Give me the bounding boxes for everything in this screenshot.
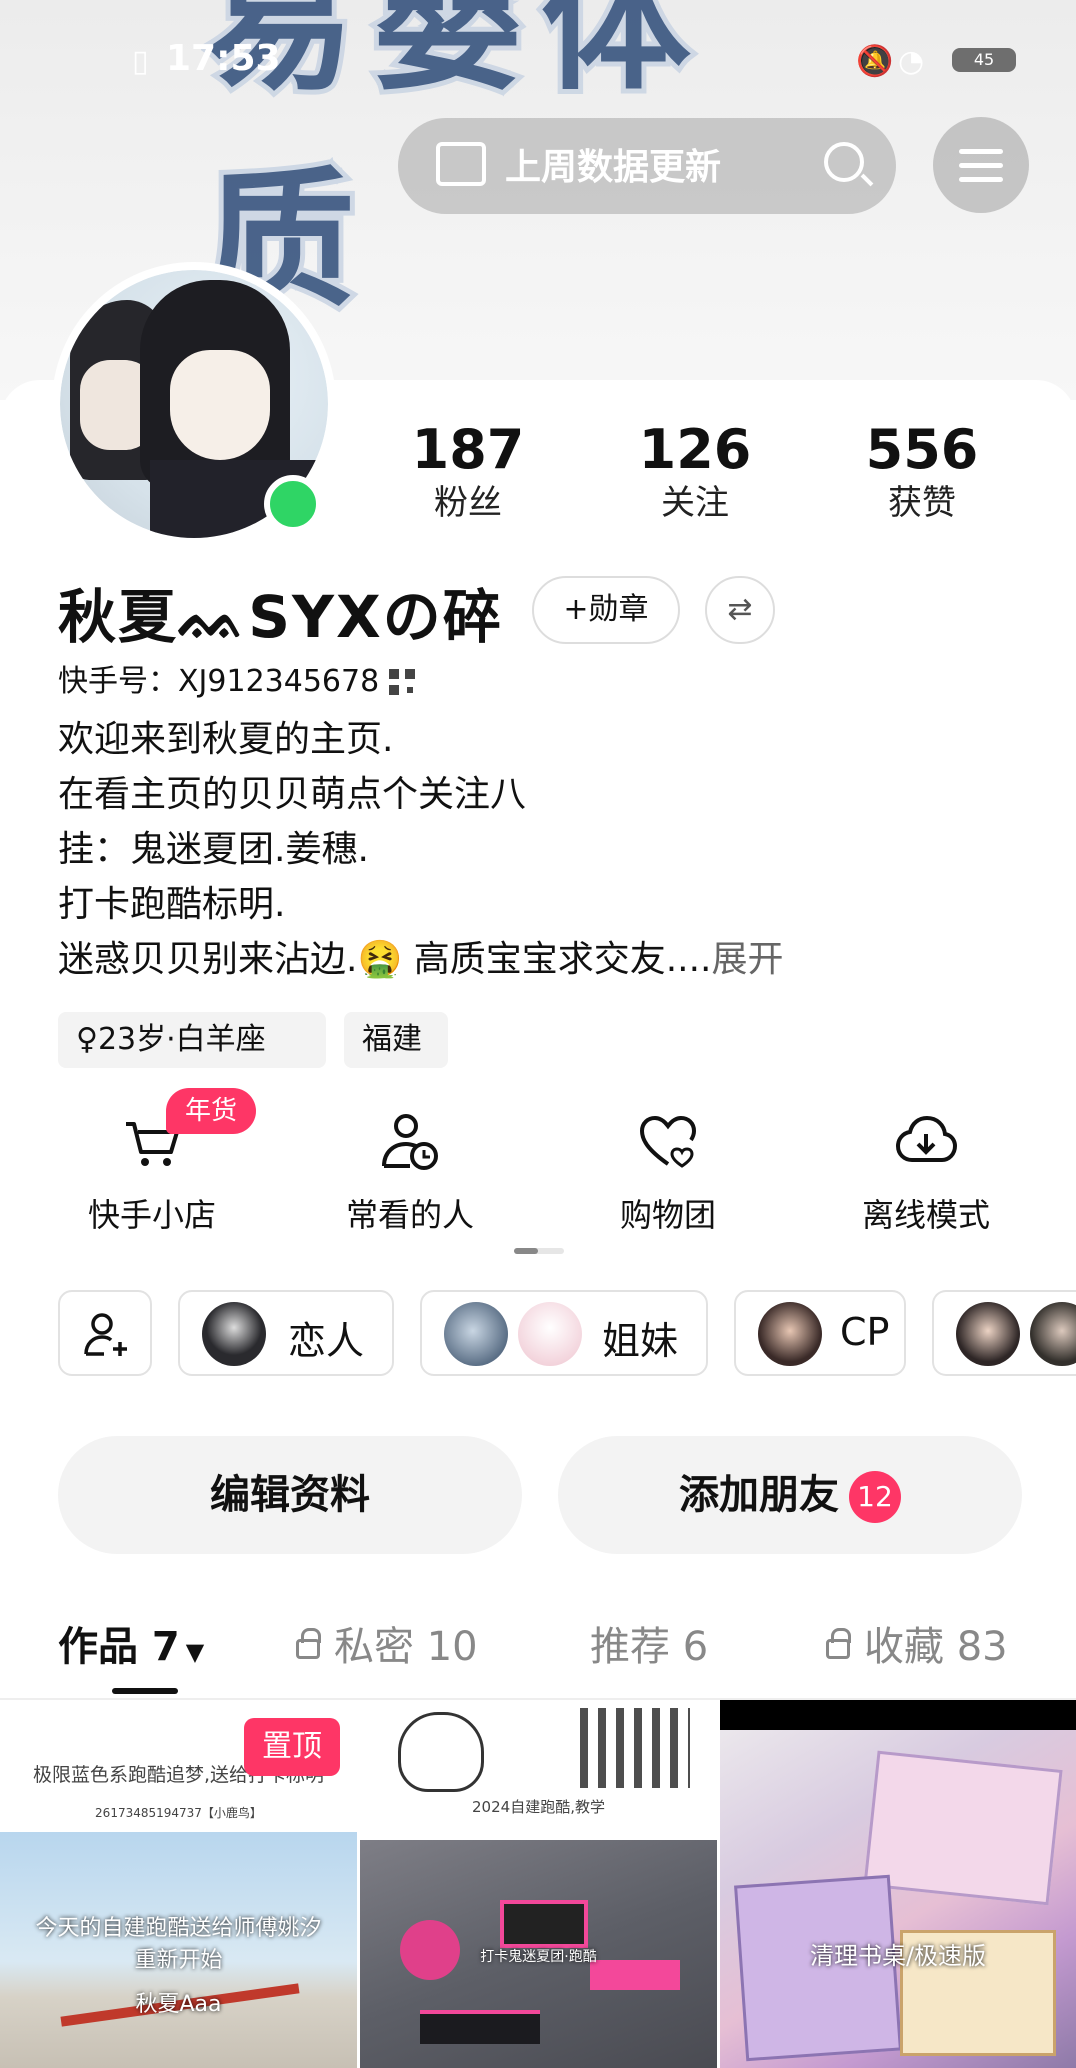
friend-request-count: 12: [849, 1471, 901, 1523]
qr-code-icon[interactable]: [389, 669, 416, 695]
heart-group-icon: [636, 1110, 700, 1174]
tab-favorites[interactable]: 收藏 83: [826, 1614, 1008, 1672]
bio-expand-link[interactable]: 展开: [712, 939, 784, 980]
bio-line: 迷惑贝贝别来沾边.🤮 高质宝宝求交友....展开: [58, 939, 784, 980]
shortcut-label: 常看的人: [345, 1196, 474, 1234]
new-year-goods-badge: 年货: [166, 1088, 256, 1134]
stat-value: 556: [865, 418, 979, 481]
post-overlay-text: 今天的自建跑酷送给师傅姚汐 重新开始: [35, 1916, 322, 1973]
shortcut-shopping-group[interactable]: 购物团: [568, 1110, 768, 1236]
search-icon[interactable]: [824, 142, 864, 182]
shortcut-label: 购物团: [619, 1196, 716, 1234]
active-tab-indicator: [112, 1688, 178, 1694]
cloud-download-icon: [894, 1110, 958, 1174]
stat-label: 粉丝: [434, 483, 502, 523]
relation-avatar: [444, 1302, 508, 1366]
wifi-icon: ◔: [898, 44, 925, 79]
post-sticker: [398, 1712, 484, 1792]
bio: 欢迎来到秋夏的主页. 在看主页的贝贝萌点个关注八 挂：鬼迷夏团.姜穗. 打卡跑酷…: [58, 712, 784, 987]
relation-label: 姐妹: [602, 1319, 679, 1363]
relation-cp[interactable]: CP: [734, 1290, 906, 1376]
status-time: 17:53: [166, 38, 281, 79]
relation-avatar: [1030, 1302, 1076, 1366]
post-tile[interactable]: 2024自建跑酷,教学 打卡鬼迷夏团·跑酷: [360, 1700, 717, 2068]
shortcut-label: 快手小店: [87, 1196, 216, 1234]
tab-recommended[interactable]: 推荐 6: [590, 1614, 708, 1672]
bio-line: 在看主页的贝贝萌点个关注八: [58, 774, 527, 815]
relation-lover[interactable]: 恋人: [178, 1290, 394, 1376]
post-author: 秋夏Aaa: [135, 1992, 222, 2017]
add-friend-icon: [84, 1313, 127, 1356]
shortcut-page-indicator: [514, 1248, 564, 1254]
content-tabs: 作品 7 ▼ 私密 10 推荐 6 收藏 83: [0, 1614, 1076, 1670]
menu-button[interactable]: [933, 117, 1029, 213]
add-friend-button[interactable]: 添加朋友 12: [558, 1436, 1022, 1554]
bio-line: 打卡跑酷标明.: [58, 884, 286, 925]
mute-bell-icon: 🔕: [856, 44, 894, 79]
bio-line: 挂：鬼迷夏团.姜穗.: [58, 829, 369, 870]
stat-value: 126: [638, 418, 752, 481]
bio-line: 欢迎来到秋夏的主页.: [58, 719, 394, 760]
shortcut-offline-mode[interactable]: 离线模式: [826, 1110, 1026, 1236]
stat-value: 187: [411, 418, 525, 481]
age-zodiac-tag: ♀23岁·白羊座: [58, 1012, 326, 1068]
post-tile[interactable]: 极限蓝色系跑酷追梦,送给打卡标明 26173485194737【小鹿鸟】 今天的…: [0, 1700, 357, 2068]
profile-name: 秋夏ᨐSYXの碎: [58, 583, 503, 651]
lock-icon: [826, 1628, 851, 1659]
lock-icon: [296, 1628, 321, 1659]
post-code: 26173485194737【小鹿鸟】: [95, 1806, 262, 1820]
calendar-icon: [436, 142, 486, 186]
add-badge-button[interactable]: +勋章: [532, 576, 680, 644]
battery-indicator: 45: [952, 48, 1016, 72]
kwai-id-text: 快手号：XJ912345678: [58, 664, 380, 699]
relation-more[interactable]: [932, 1290, 1076, 1376]
person-clock-icon: [378, 1110, 442, 1174]
relation-avatar: [518, 1302, 582, 1366]
menu-icon: [959, 149, 1003, 154]
status-bar: ▯ 17:53 🔕 ◔ 45: [0, 36, 1076, 84]
location-tag: 福建: [344, 1012, 448, 1068]
stat-label: 关注: [661, 483, 729, 523]
online-status-dot: [264, 475, 322, 533]
relation-avatar: [758, 1302, 822, 1366]
post-overlay-text: 清理书桌/极速版: [809, 1942, 987, 1970]
post-tile[interactable]: 清理书桌/极速版: [720, 1700, 1076, 2068]
relation-sisters[interactable]: 姐妹: [420, 1290, 708, 1376]
add-friend-label: 添加朋友: [679, 1472, 839, 1518]
relation-label: 恋人: [288, 1319, 365, 1363]
pinned-badge: 置顶: [244, 1718, 340, 1776]
add-relation-button[interactable]: [58, 1290, 152, 1376]
tab-private[interactable]: 私密 10: [296, 1614, 478, 1672]
post-overlay-text: 打卡鬼迷夏团·跑酷: [480, 1949, 597, 1965]
switch-account-button[interactable]: ⇄: [705, 576, 775, 644]
shortcut-frequent-people[interactable]: 常看的人: [310, 1110, 510, 1236]
stat-likes[interactable]: 556 获赞: [832, 420, 1012, 526]
data-update-label: 上周数据更新: [505, 147, 722, 188]
stat-fans[interactable]: 187 粉丝: [378, 420, 558, 526]
post-caption: 2024自建跑酷,教学: [472, 1798, 605, 1816]
chevron-down-icon: ▼: [185, 1638, 205, 1666]
kwai-id[interactable]: 快手号：XJ912345678: [58, 656, 416, 700]
tab-works[interactable]: 作品 7 ▼: [58, 1614, 204, 1672]
relation-avatar: [956, 1302, 1020, 1366]
relation-avatar: [202, 1302, 266, 1366]
edit-profile-button[interactable]: 编辑资料: [58, 1436, 522, 1554]
switch-icon: ⇄: [727, 592, 753, 627]
stat-following[interactable]: 126 关注: [605, 420, 785, 526]
stat-label: 获赞: [888, 483, 956, 523]
shortcut-label: 离线模式: [861, 1196, 990, 1234]
relation-label: CP: [840, 1310, 890, 1354]
sim-icon: ▯: [132, 44, 149, 79]
